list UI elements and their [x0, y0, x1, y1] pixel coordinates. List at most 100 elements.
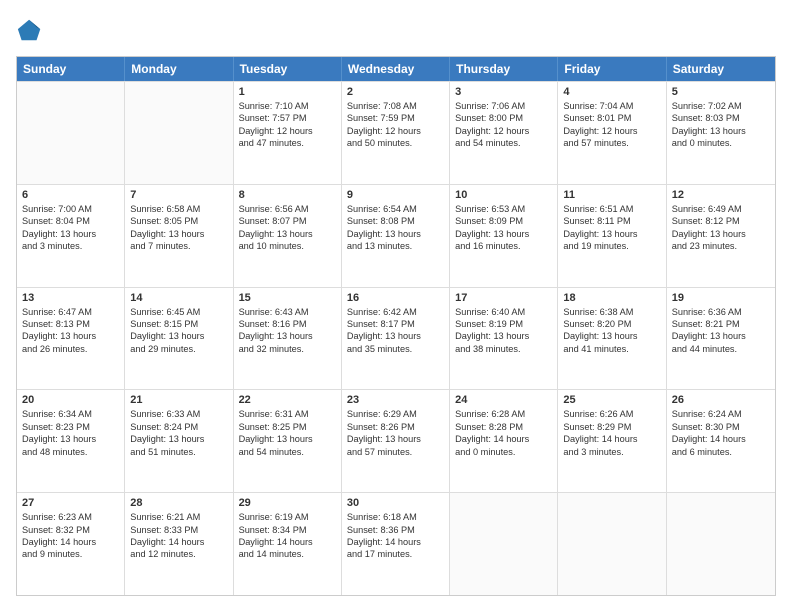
cal-cell-r4-c5 [558, 493, 666, 595]
cell-line: Daylight: 13 hours [347, 228, 444, 240]
day-number: 3 [455, 86, 552, 98]
cell-line: Daylight: 13 hours [347, 433, 444, 445]
cell-line: and 9 minutes. [22, 548, 119, 560]
cell-line: Sunrise: 6:47 AM [22, 306, 119, 318]
cal-cell-r3-c0: 20Sunrise: 6:34 AMSunset: 8:23 PMDayligh… [17, 390, 125, 492]
cell-line: Sunrise: 6:54 AM [347, 203, 444, 215]
cell-line: Sunrise: 6:58 AM [130, 203, 227, 215]
cell-line: Sunrise: 7:08 AM [347, 100, 444, 112]
cell-line: Sunrise: 6:19 AM [239, 511, 336, 523]
day-number: 30 [347, 497, 444, 509]
cell-line: Sunrise: 6:18 AM [347, 511, 444, 523]
cell-line: Daylight: 13 hours [130, 433, 227, 445]
cal-cell-r2-c5: 18Sunrise: 6:38 AMSunset: 8:20 PMDayligh… [558, 288, 666, 390]
header [16, 16, 776, 44]
cell-line: Daylight: 12 hours [239, 125, 336, 137]
day-number: 24 [455, 394, 552, 406]
cell-line: Daylight: 14 hours [672, 433, 770, 445]
cell-line: Sunrise: 6:23 AM [22, 511, 119, 523]
day-number: 28 [130, 497, 227, 509]
cell-line: Sunrise: 6:51 AM [563, 203, 660, 215]
cell-line: Daylight: 13 hours [130, 228, 227, 240]
cell-line: Sunrise: 7:00 AM [22, 203, 119, 215]
cal-cell-r2-c3: 16Sunrise: 6:42 AMSunset: 8:17 PMDayligh… [342, 288, 450, 390]
cal-cell-r0-c2: 1Sunrise: 7:10 AMSunset: 7:57 PMDaylight… [234, 82, 342, 184]
cell-line: and 29 minutes. [130, 343, 227, 355]
day-number: 7 [130, 189, 227, 201]
cell-line: Daylight: 14 hours [455, 433, 552, 445]
cal-cell-r1-c1: 7Sunrise: 6:58 AMSunset: 8:05 PMDaylight… [125, 185, 233, 287]
cell-line: and 57 minutes. [347, 446, 444, 458]
cal-header-cell-friday: Friday [558, 57, 666, 81]
cal-cell-r2-c0: 13Sunrise: 6:47 AMSunset: 8:13 PMDayligh… [17, 288, 125, 390]
day-number: 25 [563, 394, 660, 406]
day-number: 8 [239, 189, 336, 201]
day-number: 27 [22, 497, 119, 509]
cell-line: Sunset: 8:34 PM [239, 524, 336, 536]
cal-header-cell-sunday: Sunday [17, 57, 125, 81]
cell-line: Sunrise: 6:29 AM [347, 408, 444, 420]
cell-line: Daylight: 13 hours [672, 228, 770, 240]
cell-line: and 48 minutes. [22, 446, 119, 458]
cell-line: Daylight: 12 hours [563, 125, 660, 137]
cal-cell-r0-c4: 3Sunrise: 7:06 AMSunset: 8:00 PMDaylight… [450, 82, 558, 184]
day-number: 12 [672, 189, 770, 201]
cell-line: Daylight: 14 hours [130, 536, 227, 548]
cell-line: and 23 minutes. [672, 240, 770, 252]
day-number: 15 [239, 292, 336, 304]
cell-line: Sunset: 8:09 PM [455, 215, 552, 227]
cal-cell-r3-c5: 25Sunrise: 6:26 AMSunset: 8:29 PMDayligh… [558, 390, 666, 492]
cal-cell-r1-c6: 12Sunrise: 6:49 AMSunset: 8:12 PMDayligh… [667, 185, 775, 287]
cell-line: Sunset: 8:21 PM [672, 318, 770, 330]
cell-line: and 44 minutes. [672, 343, 770, 355]
cell-line: and 54 minutes. [455, 137, 552, 149]
cell-line: and 57 minutes. [563, 137, 660, 149]
cal-row-4: 27Sunrise: 6:23 AMSunset: 8:32 PMDayligh… [17, 492, 775, 595]
day-number: 16 [347, 292, 444, 304]
day-number: 19 [672, 292, 770, 304]
cell-line: Daylight: 13 hours [455, 228, 552, 240]
cell-line: Sunset: 8:11 PM [563, 215, 660, 227]
cal-header-cell-monday: Monday [125, 57, 233, 81]
cell-line: Sunset: 8:17 PM [347, 318, 444, 330]
cal-cell-r4-c0: 27Sunrise: 6:23 AMSunset: 8:32 PMDayligh… [17, 493, 125, 595]
cell-line: Sunrise: 6:40 AM [455, 306, 552, 318]
calendar-header: SundayMondayTuesdayWednesdayThursdayFrid… [17, 57, 775, 81]
cell-line: Sunset: 7:57 PM [239, 112, 336, 124]
cell-line: and 7 minutes. [130, 240, 227, 252]
cal-cell-r4-c3: 30Sunrise: 6:18 AMSunset: 8:36 PMDayligh… [342, 493, 450, 595]
cell-line: Sunset: 8:16 PM [239, 318, 336, 330]
cell-line: Sunrise: 6:26 AM [563, 408, 660, 420]
cell-line: Sunrise: 7:04 AM [563, 100, 660, 112]
cal-cell-r2-c1: 14Sunrise: 6:45 AMSunset: 8:15 PMDayligh… [125, 288, 233, 390]
cal-cell-r0-c3: 2Sunrise: 7:08 AMSunset: 7:59 PMDaylight… [342, 82, 450, 184]
logo [16, 16, 48, 44]
cell-line: and 50 minutes. [347, 137, 444, 149]
cal-cell-r3-c1: 21Sunrise: 6:33 AMSunset: 8:24 PMDayligh… [125, 390, 233, 492]
cell-line: and 17 minutes. [347, 548, 444, 560]
cal-header-cell-wednesday: Wednesday [342, 57, 450, 81]
cell-line: Sunset: 8:20 PM [563, 318, 660, 330]
cell-line: and 47 minutes. [239, 137, 336, 149]
cal-cell-r1-c4: 10Sunrise: 6:53 AMSunset: 8:09 PMDayligh… [450, 185, 558, 287]
cal-cell-r4-c6 [667, 493, 775, 595]
cell-line: Sunset: 8:24 PM [130, 421, 227, 433]
cell-line: Sunrise: 6:24 AM [672, 408, 770, 420]
day-number: 6 [22, 189, 119, 201]
cell-line: Sunset: 8:19 PM [455, 318, 552, 330]
page: SundayMondayTuesdayWednesdayThursdayFrid… [0, 0, 792, 612]
cell-line: and 12 minutes. [130, 548, 227, 560]
day-number: 9 [347, 189, 444, 201]
day-number: 10 [455, 189, 552, 201]
day-number: 23 [347, 394, 444, 406]
cell-line: Sunset: 8:13 PM [22, 318, 119, 330]
cell-line: and 10 minutes. [239, 240, 336, 252]
cal-row-3: 20Sunrise: 6:34 AMSunset: 8:23 PMDayligh… [17, 389, 775, 492]
cal-row-2: 13Sunrise: 6:47 AMSunset: 8:13 PMDayligh… [17, 287, 775, 390]
cal-cell-r3-c4: 24Sunrise: 6:28 AMSunset: 8:28 PMDayligh… [450, 390, 558, 492]
cell-line: Sunrise: 6:34 AM [22, 408, 119, 420]
day-number: 5 [672, 86, 770, 98]
cell-line: and 3 minutes. [563, 446, 660, 458]
cell-line: Sunset: 8:30 PM [672, 421, 770, 433]
cell-line: Sunrise: 6:31 AM [239, 408, 336, 420]
